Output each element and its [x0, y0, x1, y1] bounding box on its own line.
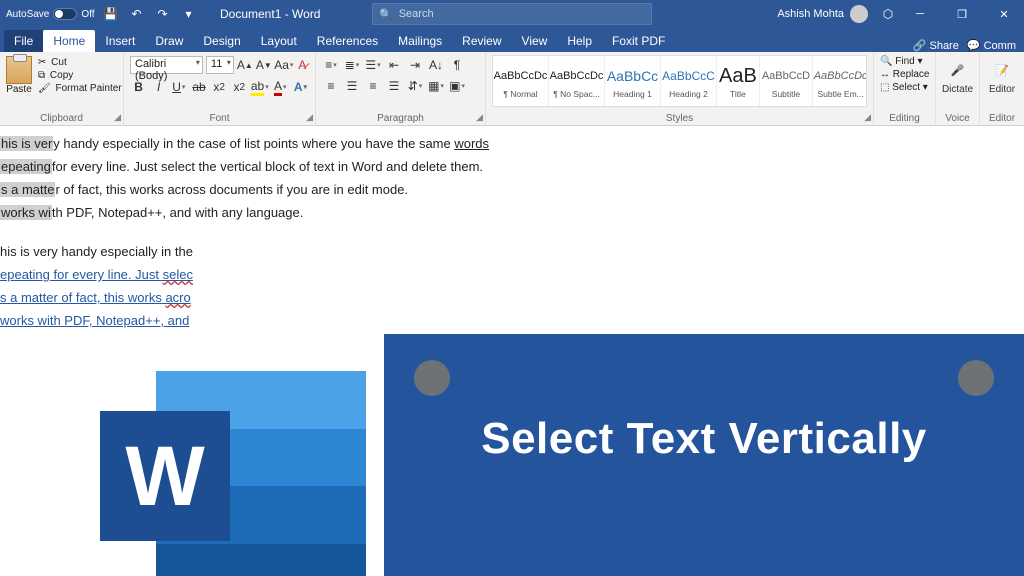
tab-draw[interactable]: Draw: [145, 30, 193, 52]
dictate-button[interactable]: 🎤 Dictate: [942, 54, 973, 95]
restore-button[interactable]: ❐: [942, 0, 982, 28]
sort-button[interactable]: A↓: [427, 56, 445, 74]
share-button[interactable]: 🔗 Share: [913, 39, 959, 52]
cut-button[interactable]: ✂ Cut: [36, 56, 126, 69]
align-right-button[interactable]: ≡: [364, 77, 382, 95]
tab-design[interactable]: Design: [193, 30, 250, 52]
decrease-indent-button[interactable]: ⇤: [385, 56, 403, 74]
font-dialog-launcher[interactable]: ◢: [306, 112, 313, 123]
increase-font-icon[interactable]: A▲: [237, 56, 253, 74]
style--normal[interactable]: AaBbCcDc¶ Normal: [493, 56, 549, 106]
clipboard-dialog-launcher[interactable]: ◢: [114, 112, 121, 123]
font-name-combo[interactable]: Calibri (Body): [130, 56, 203, 74]
search-icon: 🔍: [379, 8, 393, 21]
tab-layout[interactable]: Layout: [251, 30, 307, 52]
font-color-button[interactable]: A▾: [272, 78, 289, 96]
word-logo: W: [100, 371, 370, 576]
replace-button[interactable]: ↔ Replace: [880, 69, 929, 80]
ribbon: Paste ✂ Cut ⧉ Copy 🖌 Format Painter Clip…: [0, 52, 1024, 126]
editor-button[interactable]: 📝 Editor: [986, 54, 1018, 95]
clear-formatting-icon[interactable]: A̷: [296, 56, 309, 74]
tab-help[interactable]: Help: [557, 30, 602, 52]
shading-button[interactable]: ▦▾: [427, 77, 445, 95]
align-center-button[interactable]: ☰: [343, 77, 361, 95]
tab-references[interactable]: References: [307, 30, 388, 52]
editor-icon: 📝: [990, 58, 1014, 82]
tab-mailings[interactable]: Mailings: [388, 30, 452, 52]
superscript-button[interactable]: x2: [231, 78, 248, 96]
group-label-clipboard: Clipboard: [0, 113, 123, 124]
group-label-font: Font: [124, 113, 315, 124]
document-title: Document1 - Word: [220, 7, 320, 21]
close-button[interactable]: ✕: [984, 0, 1024, 28]
style-heading-1[interactable]: AaBbCcHeading 1: [605, 56, 661, 106]
underline-button[interactable]: U▾: [170, 78, 187, 96]
strikethrough-button[interactable]: ab: [190, 78, 207, 96]
paste-button[interactable]: Paste: [6, 54, 32, 95]
show-marks-button[interactable]: ¶: [448, 56, 466, 74]
change-case-icon[interactable]: Aa▾: [275, 56, 293, 74]
autosave-toggle[interactable]: AutoSave Off: [6, 8, 95, 20]
group-label-editor: Editor: [980, 113, 1024, 124]
ribbon-tabs: File HomeInsertDrawDesignLayoutReference…: [0, 28, 1024, 52]
numbering-button[interactable]: ≣▾: [343, 56, 361, 74]
text-effects-button[interactable]: A▾: [292, 78, 309, 96]
tab-insert[interactable]: Insert: [95, 30, 145, 52]
font-size-combo[interactable]: 11: [206, 56, 234, 74]
styles-gallery[interactable]: AaBbCcDc¶ NormalAaBbCcDc¶ No Spac...AaBb…: [492, 55, 867, 107]
tab-file[interactable]: File: [4, 30, 43, 52]
subscript-button[interactable]: x2: [211, 78, 228, 96]
group-label-editing: Editing: [874, 113, 935, 124]
titlebar: AutoSave Off 💾 ↶ ↷ ▾ Document1 - Word 🔍 …: [0, 0, 1024, 28]
style-title[interactable]: AaBTitle: [717, 56, 760, 106]
style-subtle-em-[interactable]: AaBbCcDcSubtle Em...: [813, 56, 867, 106]
clipboard-icon: [6, 56, 32, 84]
search-box[interactable]: 🔍 Search: [372, 3, 652, 25]
paragraph-dialog-launcher[interactable]: ◢: [476, 112, 483, 123]
group-label-voice: Voice: [936, 113, 979, 124]
avatar-icon: [850, 5, 868, 23]
minimize-button[interactable]: ─: [900, 0, 940, 28]
bullets-button[interactable]: ≡▾: [322, 56, 340, 74]
find-button[interactable]: 🔍 Find ▾: [880, 56, 929, 67]
title-banner: Select Text Vertically Microsoft Word: [384, 334, 1024, 576]
borders-button[interactable]: ▣▾: [448, 77, 466, 95]
style-subtitle[interactable]: AaBbCcDSubtitle: [760, 56, 813, 106]
styles-dialog-launcher[interactable]: ◢: [864, 112, 871, 123]
account-button[interactable]: Ashish Mohta: [777, 5, 868, 23]
line-spacing-button[interactable]: ⇵▾: [406, 77, 424, 95]
select-button[interactable]: ⬚ Select ▾: [880, 82, 929, 93]
tab-review[interactable]: Review: [452, 30, 511, 52]
document-area[interactable]: his is very handy especially in the case…: [0, 126, 1024, 576]
microphone-icon: 🎤: [946, 58, 970, 82]
multilevel-button[interactable]: ☰▾: [364, 56, 382, 74]
group-label-styles: Styles: [486, 113, 873, 124]
tab-view[interactable]: View: [512, 30, 558, 52]
redo-icon[interactable]: ↷: [153, 4, 173, 24]
decrease-font-icon[interactable]: A▼: [256, 56, 272, 74]
copy-button[interactable]: ⧉ Copy: [36, 69, 126, 82]
tab-home[interactable]: Home: [43, 30, 95, 52]
increase-indent-button[interactable]: ⇥: [406, 56, 424, 74]
group-label-paragraph: Paragraph: [316, 113, 485, 124]
style-heading-2[interactable]: AaBbCcCHeading 2: [661, 56, 717, 106]
align-left-button[interactable]: ≡: [322, 77, 340, 95]
style--no-spac-[interactable]: AaBbCcDc¶ No Spac...: [549, 56, 605, 106]
justify-button[interactable]: ☰: [385, 77, 403, 95]
comments-button[interactable]: 💬 Comm: [967, 39, 1016, 52]
format-painter-button[interactable]: 🖌 Format Painter: [36, 82, 126, 95]
save-icon[interactable]: 💾: [101, 4, 121, 24]
highlight-button[interactable]: ab▾: [251, 78, 269, 96]
cloud-sync-icon[interactable]: ⬡: [878, 4, 898, 24]
undo-icon[interactable]: ↶: [127, 4, 147, 24]
qat-customize-icon[interactable]: ▾: [179, 4, 199, 24]
tab-foxit-pdf[interactable]: Foxit PDF: [602, 30, 675, 52]
